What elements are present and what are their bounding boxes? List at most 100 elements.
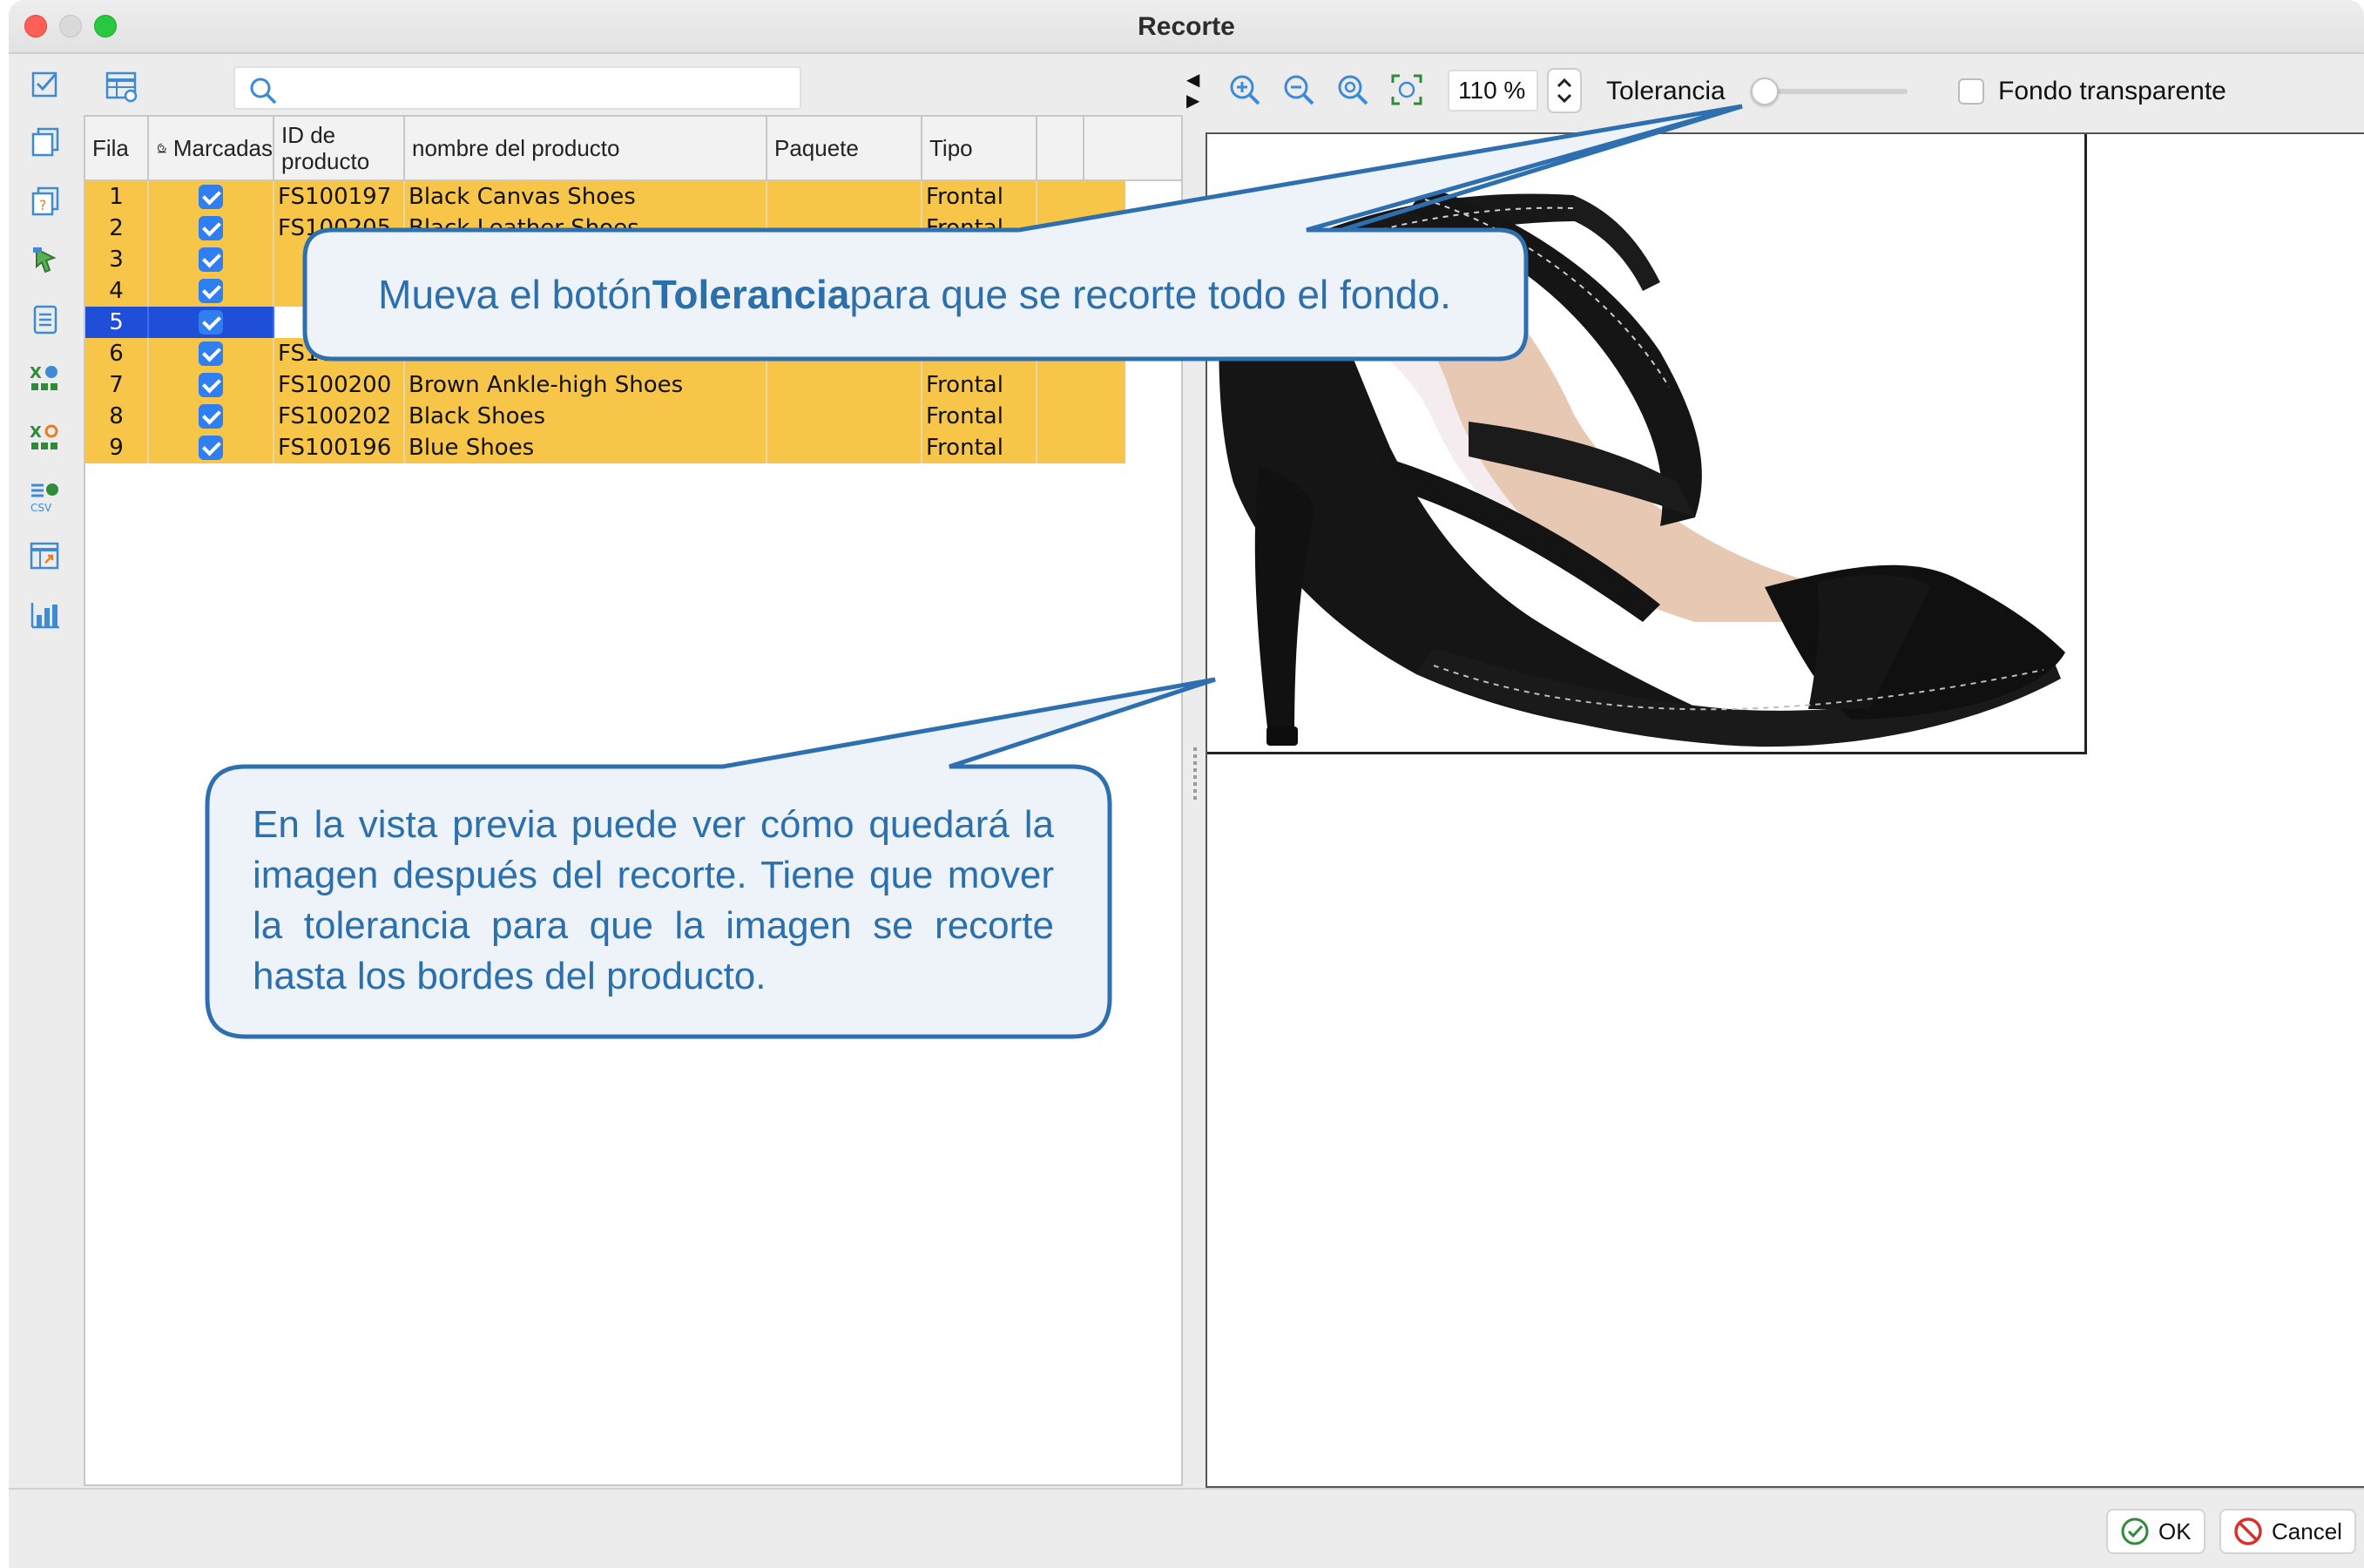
- zoom-level-field[interactable]: 110 %: [1448, 70, 1538, 112]
- cell-fila: 5: [85, 307, 149, 338]
- svg-text:CSV: CSV: [30, 502, 52, 514]
- search-input[interactable]: [291, 73, 787, 105]
- row-marked-checkbox[interactable]: [149, 369, 274, 401]
- checkbox-checked-icon[interactable]: [199, 279, 223, 303]
- checkbox-checked-icon[interactable]: [199, 341, 223, 366]
- cell-nombre: Brown Ankle-high Shoes: [405, 369, 767, 401]
- zoom-in-icon[interactable]: [1226, 71, 1265, 110]
- preview-callout-text: En la vista previa puede ver cómo quedar…: [253, 803, 1054, 997]
- col-id[interactable]: ID de producto: [274, 117, 405, 179]
- row-marked-checkbox[interactable]: [149, 338, 274, 369]
- cell-paquete: [767, 181, 922, 213]
- checkbox-checked-icon[interactable]: [199, 373, 223, 397]
- excel-import-icon[interactable]: X: [26, 359, 64, 397]
- col-nombre[interactable]: nombre del producto: [405, 117, 767, 179]
- cell-fila: 3: [85, 244, 149, 275]
- table-settings-icon[interactable]: [103, 68, 141, 106]
- checkbox-checked-icon[interactable]: [199, 216, 223, 240]
- checkbox-checked-icon[interactable]: [199, 436, 223, 460]
- zoom-fit-icon[interactable]: [1334, 71, 1373, 110]
- check-list-icon[interactable]: [26, 64, 64, 103]
- cancel-icon: [2234, 1517, 2262, 1545]
- col-extra: [1037, 117, 1084, 179]
- search-icon: [250, 78, 277, 105]
- sort-swirl-icon: [157, 143, 166, 153]
- cell-paquete: [767, 432, 922, 463]
- table-row[interactable]: 1 FS100197 Black Canvas Shoes Frontal: [85, 181, 1125, 213]
- splitter-grip[interactable]: [1193, 747, 1197, 800]
- table-row[interactable]: 8 FS100202 Black Shoes Frontal: [85, 401, 1125, 432]
- svg-text:X: X: [30, 423, 42, 442]
- tolerance-callout-post: para que se recorte todo el fondo.: [849, 272, 1451, 317]
- col-marcadas[interactable]: Marcadas: [149, 117, 274, 179]
- csv-import-icon[interactable]: CSV: [26, 477, 64, 516]
- transparent-bg-checkbox[interactable]: [1958, 78, 1984, 105]
- search-field[interactable]: [233, 66, 801, 110]
- help-doc-icon[interactable]: ?: [26, 181, 64, 220]
- shoe-image: [1219, 186, 2065, 747]
- tolerance-callout-pre: Mueva el botón: [378, 272, 652, 317]
- cell-tipo: Frontal: [922, 181, 1037, 213]
- cell-fila: 1: [85, 181, 149, 213]
- cell-tipo: Frontal: [922, 369, 1037, 401]
- tolerance-label: Tolerancia: [1606, 77, 1726, 105]
- checkbox-checked-icon[interactable]: [199, 310, 223, 335]
- cell-fila: 4: [85, 275, 149, 307]
- col-id-line2: producto: [281, 148, 370, 174]
- checkbox-checked-icon[interactable]: [199, 404, 223, 429]
- cancel-button[interactable]: Cancel: [2219, 1509, 2356, 1554]
- row-marked-checkbox[interactable]: [149, 275, 274, 307]
- row-marked-checkbox[interactable]: [149, 181, 274, 213]
- ok-check-icon: [2121, 1517, 2149, 1545]
- table-header: Fila Marcadas ID de producto nombre del …: [85, 117, 1181, 181]
- col-fila[interactable]: Fila: [85, 117, 149, 179]
- preview-image-frame: [1207, 134, 2087, 754]
- cell-id: FS100202: [274, 401, 405, 432]
- cell-fila: 6: [85, 338, 149, 369]
- row-marked-checkbox[interactable]: [149, 244, 274, 275]
- cell-fila: 8: [85, 401, 149, 432]
- ok-button[interactable]: OK: [2106, 1509, 2205, 1554]
- row-marked-checkbox[interactable]: [149, 432, 274, 463]
- col-paquete[interactable]: Paquete: [767, 117, 922, 179]
- checkbox-checked-icon[interactable]: [199, 247, 223, 272]
- cell-fila: 2: [85, 213, 149, 244]
- cell-tipo: Frontal: [922, 401, 1037, 432]
- window-title: Recorte: [1138, 12, 1235, 41]
- cell-id: FS100196: [274, 432, 405, 463]
- fit-frame-icon[interactable]: [1388, 71, 1427, 110]
- excel-settings-icon[interactable]: X: [26, 418, 64, 456]
- cell-fila: 7: [85, 369, 149, 401]
- table-export-icon[interactable]: [26, 537, 64, 575]
- zoom-stepper[interactable]: [1547, 68, 1582, 113]
- splitter-arrows[interactable]: ◀ ▶: [1186, 70, 1199, 112]
- cell-nombre: Blue Shoes: [405, 432, 767, 463]
- cell-paquete: [767, 369, 922, 401]
- table-row[interactable]: 7 FS100200 Brown Ankle-high Shoes Frontal: [85, 369, 1125, 401]
- bar-chart-icon[interactable]: [26, 596, 64, 634]
- cell-fila: 9: [85, 432, 149, 463]
- transparent-bg-label: Fondo transparente: [1998, 77, 2226, 105]
- cell-nombre: Black Shoes: [405, 401, 767, 432]
- cell-paquete: [767, 401, 922, 432]
- row-marked-checkbox[interactable]: [149, 401, 274, 432]
- tolerance-callout-text: Mueva el botón Tolerancia para que se re…: [305, 230, 1524, 359]
- preview-toolbar: 110 % Tolerancia Fondo transparente: [1211, 66, 2361, 115]
- col-tipo[interactable]: Tipo: [922, 117, 1037, 179]
- svg-text:X: X: [30, 364, 42, 382]
- row-marked-checkbox[interactable]: [149, 213, 274, 244]
- tolerance-callout-bold: Tolerancia: [652, 272, 850, 317]
- left-toolbar: ? X X CSV: [9, 56, 80, 1484]
- cursor-select-icon[interactable]: [26, 240, 64, 279]
- checkbox-checked-icon[interactable]: [199, 185, 223, 209]
- row-marked-checkbox[interactable]: [149, 307, 274, 338]
- tolerance-slider[interactable]: [1751, 78, 1908, 105]
- svg-text:?: ?: [39, 197, 47, 213]
- table-row[interactable]: 9 FS100196 Blue Shoes Frontal: [85, 432, 1125, 463]
- doc-list-icon[interactable]: [26, 300, 64, 338]
- tolerance-slider-thumb[interactable]: [1751, 78, 1779, 105]
- stepper-icon: [1557, 78, 1572, 104]
- zoom-out-icon[interactable]: [1280, 71, 1319, 110]
- cell-id: FS100200: [274, 369, 405, 401]
- copy-icon[interactable]: [26, 122, 64, 160]
